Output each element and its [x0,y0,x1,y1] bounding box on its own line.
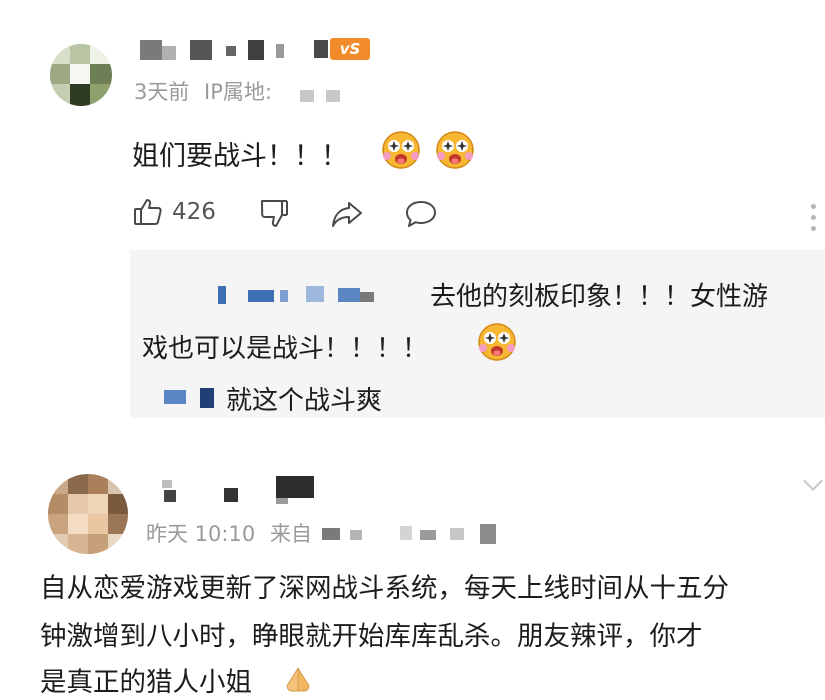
like-count: 426 [172,199,216,225]
comment-text-line3: 是真正的猎人小姐 [40,667,252,698]
level-badge: vS [330,38,370,60]
reply-text: 就这个战斗爽 [226,386,383,416]
comment-time: 3天前 [134,80,190,104]
like-button[interactable]: 426 [132,196,216,228]
avatar[interactable] [48,474,128,554]
avatar[interactable] [50,44,112,106]
reply-text-line1: 去他的刻板印象！！！女性游 [430,282,769,312]
emoji-starry-eyes-icon [478,323,516,361]
ip-location-label: IP属地: [204,80,272,104]
reply-button[interactable] [404,198,438,230]
thumbs-up-icon [134,199,162,225]
comment-text-line1: 自从恋爱游戏更新了深网战斗系统，每天上线时间从十五分 [40,573,729,604]
more-vertical-icon[interactable] [811,204,819,237]
chevron-down-icon[interactable] [803,471,823,491]
comment-icon [406,201,436,227]
reply-text-line2: 戏也可以是战斗！！！！ [142,334,429,364]
comment-time: 昨天 10:10 [146,522,256,546]
emoji-pray-hands-icon [286,667,310,692]
share-button[interactable] [330,198,364,230]
comment-text-line2: 钟激增到八小时，睁眼就开始库库乱杀。朋友辣评，你才 [40,621,703,652]
emoji-starry-eyes-icon [382,131,420,169]
ip-location-censored [300,90,314,102]
replies-panel: 去他的刻板印象！！！女性游 戏也可以是战斗！！！！ 就这个战斗爽 [130,250,825,418]
emoji-starry-eyes-icon [436,131,474,169]
comment-text: 姐们要战斗！！！ [132,141,348,172]
share-icon [332,202,362,227]
thumbs-down-icon [261,200,288,227]
dislike-button[interactable] [258,198,290,230]
source-label: 来自 [270,522,312,546]
